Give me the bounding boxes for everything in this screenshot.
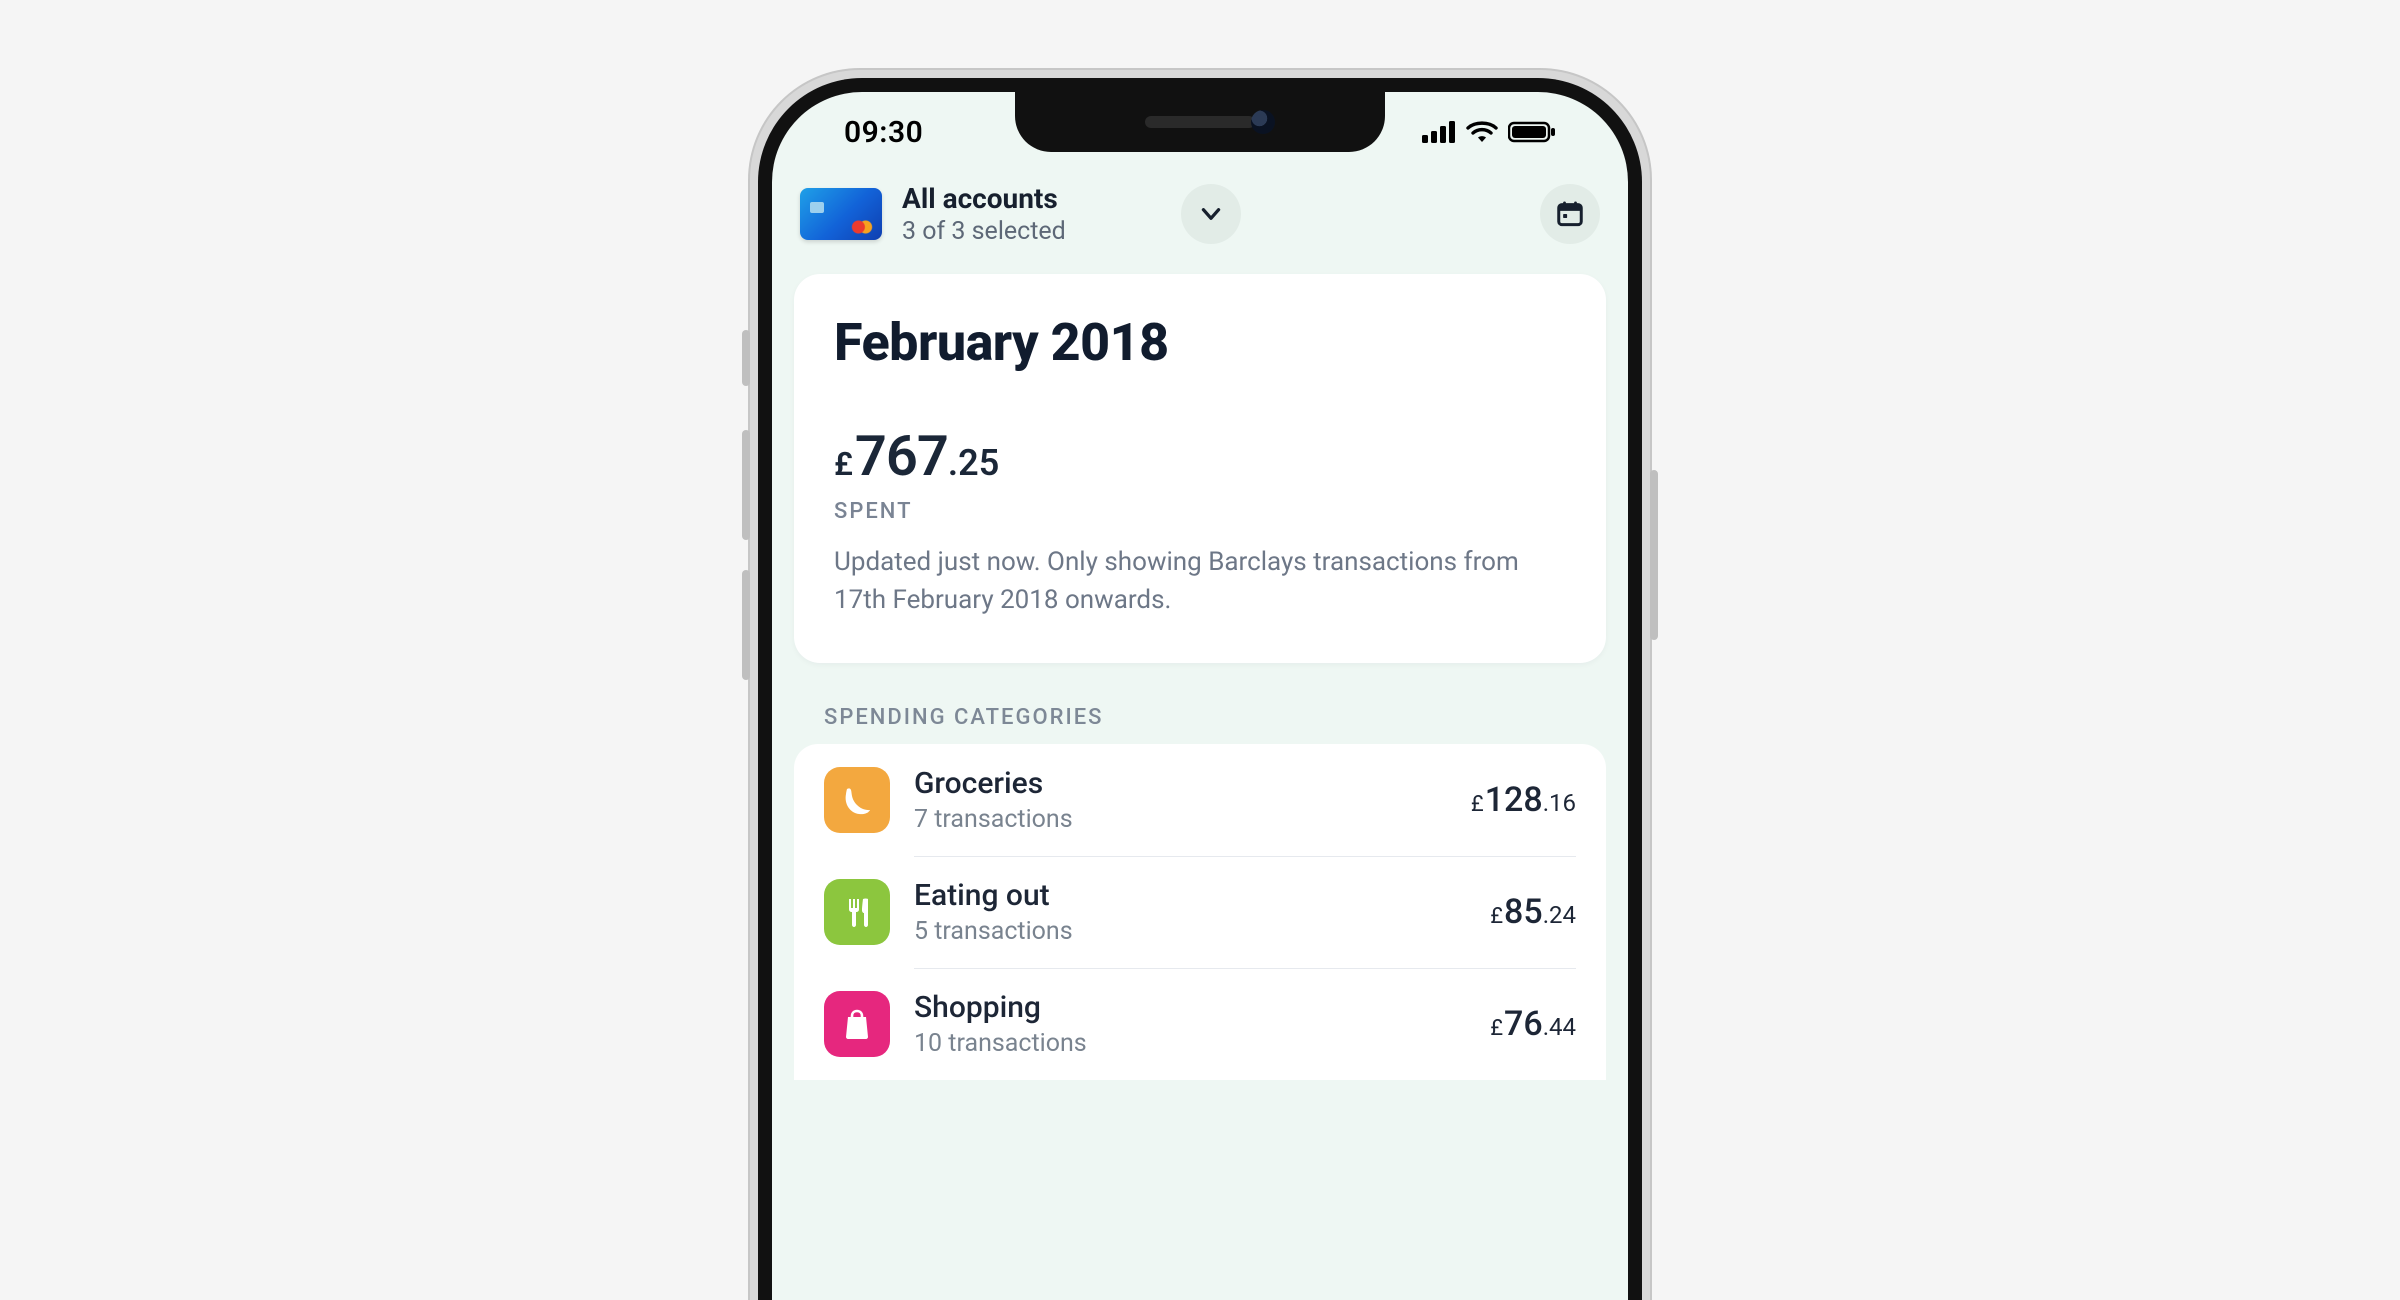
- summary-card: February 2018 £ 767 .25 SPENT Updated ju…: [794, 274, 1606, 663]
- category-subtitle: 7 transactions: [914, 805, 1447, 834]
- wifi-icon: [1466, 121, 1498, 143]
- summary-amount-fraction: .25: [948, 442, 999, 484]
- earpiece-speaker: [1145, 116, 1255, 128]
- category-row[interactable]: Shopping 10 transactions £76.44: [794, 968, 1606, 1080]
- calendar-button[interactable]: [1540, 184, 1600, 244]
- account-picker-subtitle: 3 of 3 selected: [902, 217, 1161, 246]
- notch: [1015, 92, 1385, 152]
- category-name: Shopping: [914, 990, 1466, 1025]
- summary-amount: £ 767 .25: [834, 423, 1566, 489]
- account-picker-title: All accounts: [902, 182, 1161, 215]
- account-expand-button[interactable]: [1181, 184, 1241, 244]
- battery-icon: [1508, 121, 1556, 143]
- status-time: 09:30: [844, 115, 923, 150]
- banana-icon: [824, 767, 890, 833]
- summary-spent-label: SPENT: [834, 499, 1566, 524]
- screen: 09:30: [772, 92, 1628, 1300]
- front-camera: [1251, 110, 1275, 134]
- categories-section-label: SPENDING CATEGORIES: [824, 705, 1598, 730]
- cutlery-icon: [824, 879, 890, 945]
- summary-month: February 2018: [834, 312, 1566, 373]
- power-button: [1650, 470, 1658, 640]
- mute-switch: [742, 330, 750, 386]
- category-amount: £76.44: [1490, 1004, 1576, 1044]
- cellular-signal-icon: [1422, 121, 1456, 143]
- summary-currency: £: [834, 445, 853, 483]
- shopping-bag-icon: [824, 991, 890, 1057]
- category-subtitle: 5 transactions: [914, 917, 1466, 946]
- calendar-icon: [1555, 199, 1585, 229]
- category-amount: £128.16: [1471, 780, 1576, 820]
- summary-note: Updated just now. Only showing Barclays …: [834, 544, 1534, 619]
- volume-up-button: [742, 430, 750, 540]
- account-picker[interactable]: All accounts 3 of 3 selected: [794, 172, 1606, 274]
- category-amount: £85.24: [1490, 892, 1576, 932]
- card-thumbnail-icon: [800, 188, 882, 240]
- chevron-down-icon: [1198, 201, 1224, 227]
- categories-list: Groceries 7 transactions £128.16 Eating out…: [794, 744, 1606, 1080]
- category-name: Groceries: [914, 766, 1447, 801]
- category-row[interactable]: Groceries 7 transactions £128.16: [794, 744, 1606, 856]
- category-row[interactable]: Eating out 5 transactions £85.24: [794, 856, 1606, 968]
- phone-frame: 09:30: [750, 70, 1650, 1300]
- category-subtitle: 10 transactions: [914, 1029, 1466, 1058]
- volume-down-button: [742, 570, 750, 680]
- summary-amount-whole: 767: [855, 423, 948, 489]
- category-name: Eating out: [914, 878, 1466, 913]
